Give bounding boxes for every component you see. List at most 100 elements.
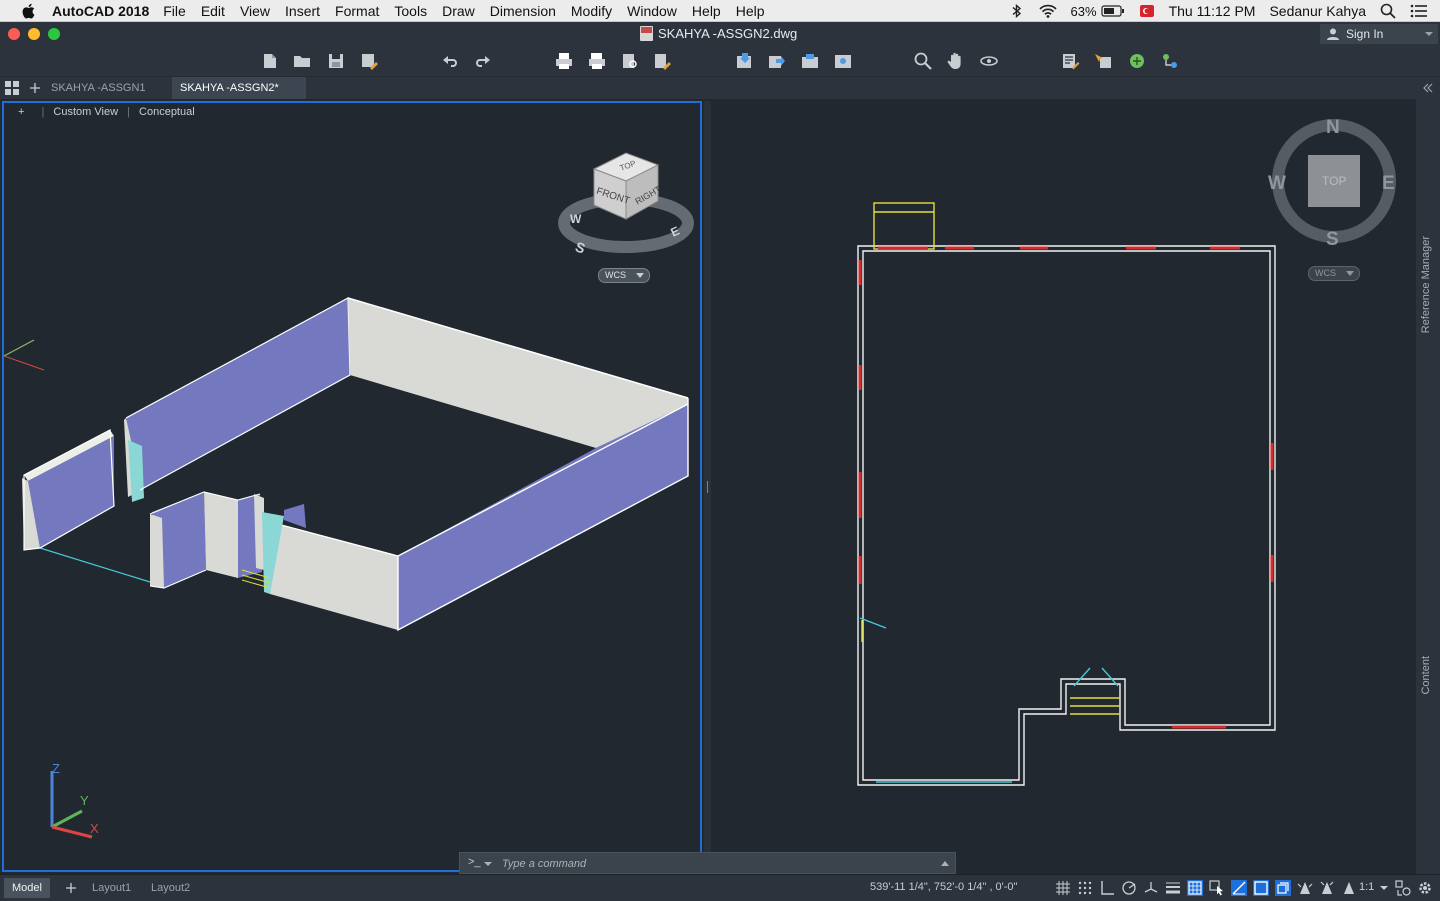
spotlight-search-icon[interactable] bbox=[1380, 3, 1396, 19]
start-grid-icon[interactable] bbox=[5, 81, 19, 95]
menu-window[interactable]: Window bbox=[627, 3, 677, 19]
battery-icon[interactable] bbox=[1100, 3, 1125, 19]
wifi-icon[interactable] bbox=[1038, 3, 1057, 19]
annotation-scale-icon[interactable] bbox=[1341, 880, 1357, 896]
menu-format[interactable]: Format bbox=[335, 3, 379, 19]
undo-icon[interactable] bbox=[440, 51, 460, 71]
command-input[interactable] bbox=[500, 853, 944, 875]
chevron-down-icon[interactable] bbox=[484, 860, 492, 868]
lineweight-icon[interactable] bbox=[1165, 880, 1181, 896]
maximize-window-button[interactable] bbox=[48, 28, 60, 40]
side-palette-strip: Reference Manager Content bbox=[1416, 98, 1440, 874]
properties-icon[interactable] bbox=[1060, 51, 1080, 71]
menubar-clock[interactable]: Thu 11:12 PM bbox=[1169, 3, 1256, 19]
new-tab-plus-icon[interactable] bbox=[29, 82, 41, 94]
viewcube-top[interactable]: TOP N W E S bbox=[1264, 111, 1404, 251]
command-history-arrow-icon[interactable] bbox=[941, 860, 949, 868]
save-as-icon[interactable] bbox=[359, 51, 379, 71]
compass-s-label-plan[interactable]: S bbox=[1326, 229, 1339, 250]
tab-skahya-assgn1[interactable]: SKAHYA -ASSGN1 bbox=[43, 77, 154, 99]
input-source-flag-icon[interactable] bbox=[1139, 3, 1155, 19]
compass-n-label[interactable]: N bbox=[1326, 117, 1340, 138]
menu-file[interactable]: File bbox=[163, 3, 186, 19]
menu-insert[interactable]: Insert bbox=[285, 3, 320, 19]
sign-in-button[interactable]: Sign In bbox=[1320, 24, 1438, 44]
menu-edit[interactable]: Edit bbox=[201, 3, 225, 19]
viewport-3d[interactable]: + | Custom View | Conceptual TOP FRONT R… bbox=[2, 101, 702, 872]
annotation-scale-value[interactable]: 1:1 bbox=[1359, 881, 1374, 893]
publish-icon[interactable] bbox=[652, 51, 672, 71]
wcs-label-left: WCS bbox=[605, 270, 626, 280]
wcs-menu-right[interactable]: WCS bbox=[1308, 266, 1360, 281]
3d-object-snap-icon[interactable] bbox=[1275, 880, 1291, 896]
notification-center-icon[interactable] bbox=[1410, 3, 1428, 19]
snap-mode-icon[interactable] bbox=[1077, 880, 1093, 896]
export-icon[interactable] bbox=[766, 51, 786, 71]
menu-help-2[interactable]: Help bbox=[736, 3, 765, 19]
tab-skahya-assgn2[interactable]: SKAHYA -ASSGN2* bbox=[172, 77, 306, 99]
compass-w-label[interactable]: W bbox=[570, 212, 582, 226]
reference-manager-tab[interactable]: Reference Manager bbox=[1420, 236, 1432, 333]
bluetooth-icon[interactable] bbox=[1009, 3, 1025, 19]
new-file-icon[interactable] bbox=[260, 51, 280, 71]
ortho-mode-icon[interactable] bbox=[1099, 880, 1115, 896]
plot-preview-icon[interactable] bbox=[620, 51, 640, 71]
auto-scale-icon[interactable] bbox=[1319, 880, 1335, 896]
workspace-switching-icon[interactable] bbox=[1395, 880, 1411, 896]
menu-tools[interactable]: Tools bbox=[394, 3, 427, 19]
attach-icon[interactable] bbox=[800, 51, 820, 71]
viewcube-top-face-label[interactable]: TOP bbox=[1322, 174, 1346, 188]
chevron-down-icon bbox=[1346, 271, 1354, 276]
match-properties-icon[interactable] bbox=[1093, 51, 1113, 71]
zoom-icon[interactable] bbox=[913, 51, 933, 71]
settings-gear-icon[interactable] bbox=[1417, 880, 1433, 896]
close-window-button[interactable] bbox=[8, 28, 20, 40]
osnap-tracking-icon[interactable] bbox=[1231, 880, 1247, 896]
tab-model[interactable]: Model bbox=[4, 878, 50, 898]
collapse-panel-chevron-icon[interactable] bbox=[1422, 82, 1434, 94]
menu-dimension[interactable]: Dimension bbox=[490, 3, 556, 19]
command-prompt-icon[interactable]: >_ bbox=[468, 856, 481, 868]
compass-w-label-plan[interactable]: W bbox=[1268, 173, 1286, 194]
orbit-icon[interactable] bbox=[979, 51, 999, 71]
ucs-icon: Z Y X bbox=[50, 761, 99, 839]
share-icon[interactable] bbox=[833, 51, 853, 71]
polar-tracking-icon[interactable] bbox=[1121, 880, 1137, 896]
app-menu[interactable]: AutoCAD 2018 bbox=[52, 3, 149, 19]
sign-in-label: Sign In bbox=[1346, 27, 1384, 41]
redo-icon[interactable] bbox=[473, 51, 493, 71]
isometric-drafting-icon[interactable] bbox=[1143, 880, 1159, 896]
menu-view[interactable]: View bbox=[240, 3, 270, 19]
batch-plot-icon[interactable] bbox=[587, 51, 607, 71]
object-snap-icon[interactable] bbox=[1253, 880, 1269, 896]
compass-e-label-plan[interactable]: E bbox=[1382, 173, 1395, 194]
save-icon[interactable] bbox=[326, 51, 346, 71]
wcs-label-right: WCS bbox=[1315, 268, 1336, 278]
content-tab[interactable]: Content bbox=[1420, 656, 1432, 695]
import-icon[interactable] bbox=[734, 51, 754, 71]
viewport-splitter[interactable] bbox=[704, 101, 711, 872]
annotation-visibility-icon[interactable] bbox=[1297, 880, 1313, 896]
grid-display-icon[interactable] bbox=[1055, 880, 1071, 896]
status-menus: 63% Thu 11:12 PM Sedanur Kahya bbox=[1009, 0, 1440, 22]
pan-hand-icon[interactable] bbox=[946, 51, 966, 71]
chevron-down-icon[interactable] bbox=[1380, 884, 1388, 892]
tab-layout1[interactable]: Layout1 bbox=[84, 878, 139, 898]
menu-help[interactable]: Help bbox=[692, 3, 721, 19]
menu-modify[interactable]: Modify bbox=[571, 3, 612, 19]
apple-icon[interactable] bbox=[20, 2, 38, 20]
viewport-plan[interactable]: TOP N W E S WCS bbox=[712, 101, 1414, 872]
transparency-icon[interactable] bbox=[1187, 880, 1203, 896]
minimize-window-button[interactable] bbox=[28, 28, 40, 40]
layer-states-icon[interactable] bbox=[1160, 51, 1180, 71]
selection-cycling-icon[interactable] bbox=[1209, 880, 1225, 896]
layer-manager-icon[interactable] bbox=[1127, 51, 1147, 71]
menubar-user[interactable]: Sedanur Kahya bbox=[1269, 3, 1366, 19]
add-layout-plus-icon[interactable] bbox=[65, 882, 77, 894]
wcs-menu-left[interactable]: WCS bbox=[598, 268, 650, 283]
plot-icon[interactable] bbox=[554, 51, 574, 71]
open-file-icon[interactable] bbox=[292, 51, 312, 71]
coordinate-readout[interactable]: 539'-11 1/4", 752'-0 1/4" , 0'-0" bbox=[870, 881, 1017, 893]
menu-draw[interactable]: Draw bbox=[442, 3, 475, 19]
tab-layout2[interactable]: Layout2 bbox=[143, 878, 198, 898]
